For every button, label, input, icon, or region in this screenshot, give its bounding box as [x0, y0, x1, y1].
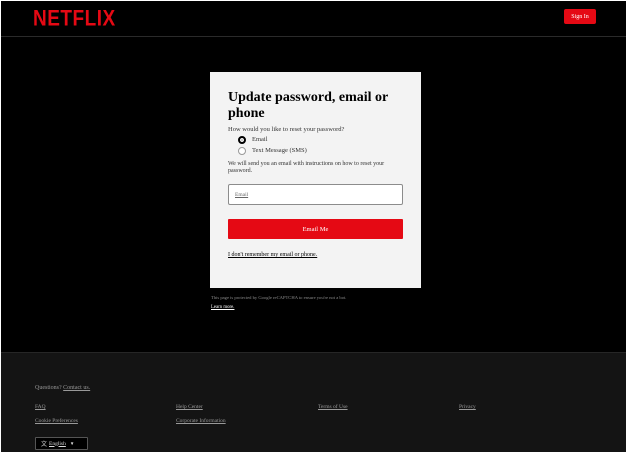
learn-more-link[interactable]: Learn more. — [211, 305, 234, 310]
reset-question: How would you like to reset your passwor… — [228, 126, 345, 133]
contact-us-link[interactable]: Contact us. — [63, 385, 90, 391]
netflix-logo[interactable]: NETFLIX — [33, 7, 116, 32]
page: NETFLIX Sign In Update password, email o… — [1, 1, 626, 452]
sign-in-button[interactable]: Sign In — [564, 9, 596, 24]
recaptcha-notice: This page is protected by Google reCAPTC… — [211, 295, 347, 300]
email-radio[interactable] — [238, 135, 246, 144]
questions-text: Questions? — [35, 385, 62, 391]
page-title: Update password, email or phone — [228, 90, 388, 121]
email-me-button[interactable]: Email Me — [228, 219, 403, 239]
footer-link-terms[interactable]: Terms of Use — [318, 404, 348, 410]
forgot-email-link[interactable]: I don't remember my email or phone. — [228, 252, 403, 258]
footer-link-faq[interactable]: FAQ — [35, 404, 46, 410]
language-select[interactable]: 文 English ▼ — [35, 437, 88, 450]
email-radio-label: Email — [252, 136, 268, 143]
email-input[interactable] — [229, 185, 402, 204]
instructions-text: We will send you an email with instructi… — [228, 161, 385, 174]
email-field[interactable]: Email — [228, 184, 403, 205]
language-label: English — [49, 440, 66, 447]
footer-link-cookie-preferences[interactable]: Cookie Preferences — [35, 418, 78, 424]
sms-radio-label: Text Message (SMS) — [252, 147, 307, 154]
option-sms[interactable]: Text Message (SMS) — [238, 145, 403, 156]
header: NETFLIX Sign In — [1, 1, 626, 37]
reset-card: Update password, email or phone How woul… — [210, 72, 421, 288]
footer-link-privacy[interactable]: Privacy — [459, 404, 476, 410]
option-email[interactable]: Email — [238, 134, 403, 145]
sms-radio[interactable] — [238, 146, 246, 155]
footer: Questions? Contact us. FAQ Help Center T… — [1, 352, 626, 452]
translate-icon: 文 — [41, 442, 48, 448]
footer-link-corporate-info[interactable]: Corporate Information — [176, 418, 226, 424]
caret-down-icon: ▼ — [69, 441, 75, 446]
footer-link-help-center[interactable]: Help Center — [176, 404, 203, 410]
footer-questions: Questions? Contact us. — [35, 385, 90, 391]
